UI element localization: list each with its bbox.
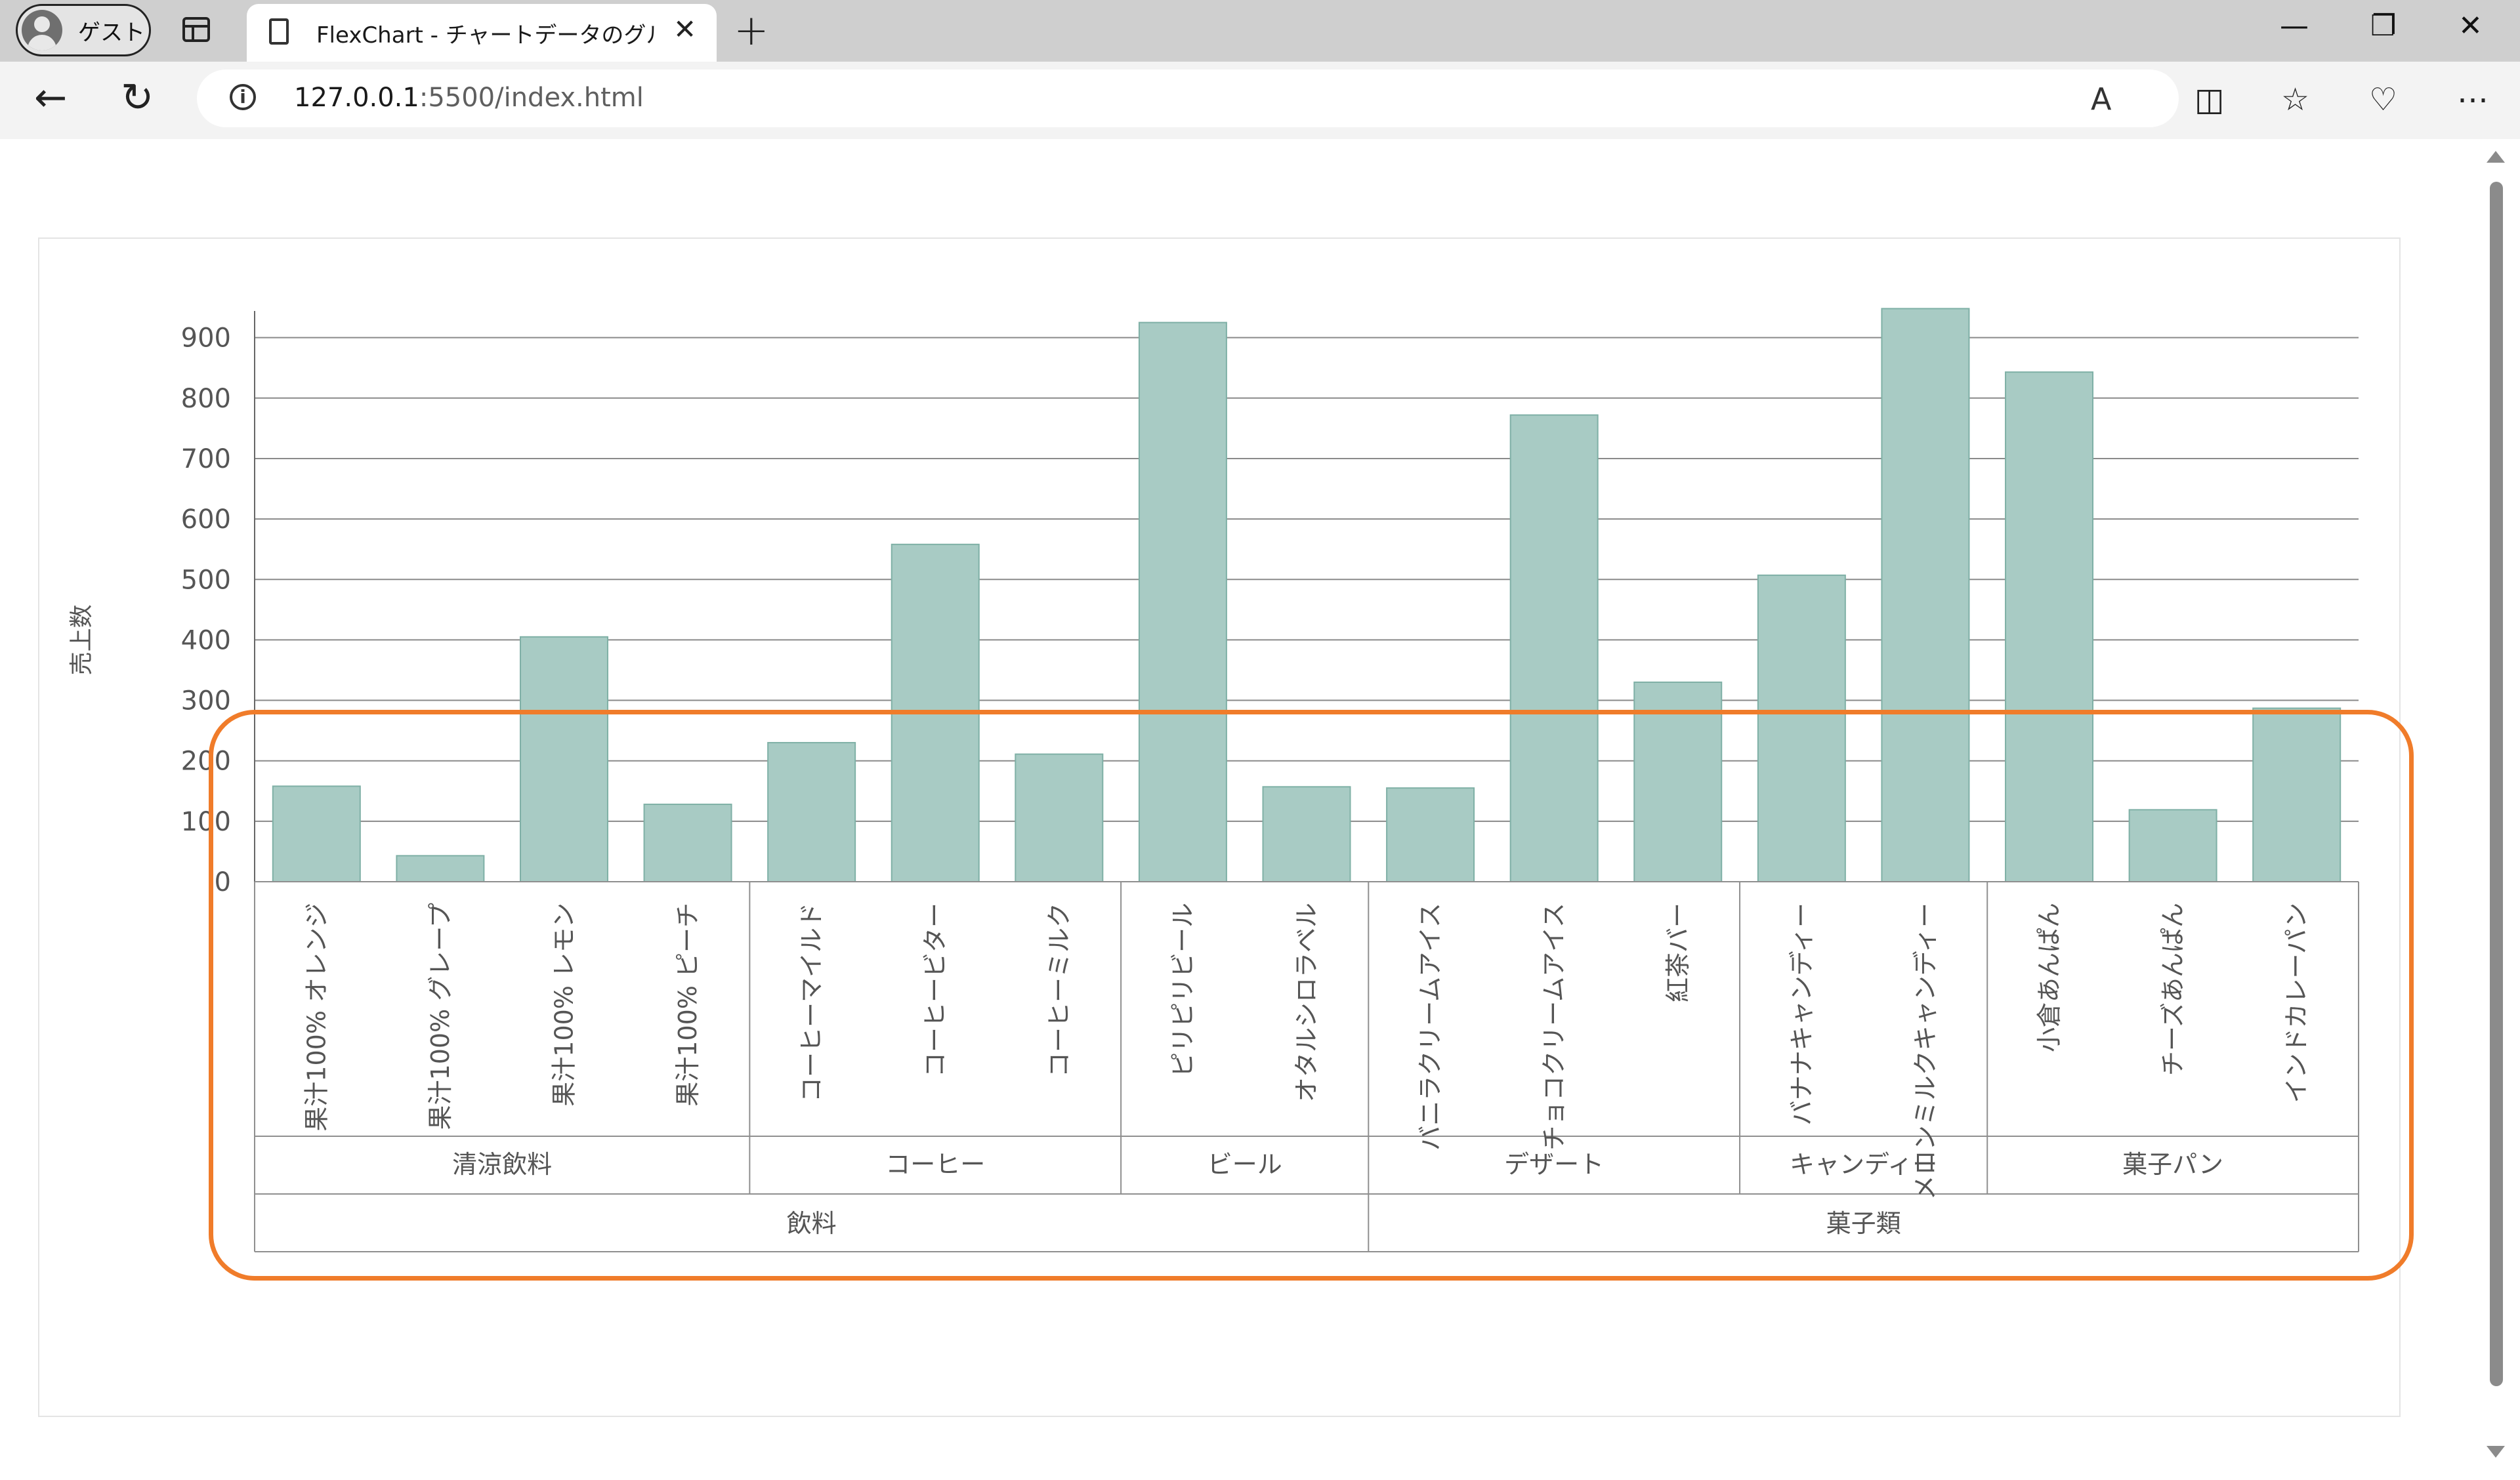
tab-title: FlexChart - チャートデータのグループ化 bbox=[316, 22, 658, 49]
window-close-button[interactable]: ✕ bbox=[2458, 9, 2483, 43]
profile-label: ゲスト bbox=[78, 19, 145, 46]
guest-avatar-icon bbox=[22, 10, 62, 51]
back-arrow-icon[interactable]: ← bbox=[34, 75, 67, 121]
split-screen-icon[interactable]: ◫ bbox=[2194, 81, 2224, 118]
browser-essentials-icon[interactable]: ♡ bbox=[2369, 81, 2397, 118]
group-axis-highlight bbox=[209, 710, 2414, 1281]
restore-button[interactable]: ❐ bbox=[2370, 9, 2396, 43]
new-tab-button[interactable]: + bbox=[734, 7, 769, 55]
profile-button[interactable]: ゲスト bbox=[16, 4, 151, 56]
read-aloud-icon[interactable]: A bbox=[2091, 81, 2111, 117]
y-tick-label: 300 bbox=[181, 686, 231, 716]
y-tick-label: 900 bbox=[181, 323, 231, 354]
y-tick-label: 400 bbox=[181, 625, 231, 655]
scroll-down-arrow-icon[interactable] bbox=[2487, 1446, 2505, 1458]
tab-close-icon[interactable]: ✕ bbox=[673, 13, 696, 45]
y-tick-label: 800 bbox=[181, 384, 231, 414]
y-tick-label: 500 bbox=[181, 565, 231, 595]
browser-title-bar: ゲスト FlexChart - チャートデータのグループ化 ✕ + — ❐ ✕ bbox=[0, 0, 2520, 62]
minimize-button[interactable]: — bbox=[2280, 9, 2309, 43]
tab-active[interactable]: FlexChart - チャートデータのグループ化 ✕ bbox=[247, 4, 717, 62]
settings-more-icon[interactable]: ⋯ bbox=[2457, 81, 2488, 118]
page-document-icon bbox=[269, 18, 289, 45]
address-toolbar: ← ↻ i 127.0.0.1:5500/index.html A ◫ ☆ ♡ … bbox=[0, 62, 2520, 139]
url-text[interactable]: 127.0.0.1:5500/index.html bbox=[294, 83, 644, 113]
y-tick-label: 600 bbox=[181, 504, 231, 535]
address-bar[interactable]: i 127.0.0.1:5500/index.html A bbox=[197, 70, 2179, 127]
refresh-icon[interactable]: ↻ bbox=[121, 75, 154, 121]
scroll-up-arrow-icon[interactable] bbox=[2487, 151, 2505, 163]
favorites-icon[interactable]: ☆ bbox=[2281, 81, 2309, 118]
site-info-icon[interactable]: i bbox=[230, 84, 256, 110]
scrollbar-thumb[interactable] bbox=[2490, 182, 2503, 1386]
y-tick-label: 700 bbox=[181, 444, 231, 474]
y-axis-title: 売上数 bbox=[68, 604, 95, 675]
tab-actions-icon[interactable] bbox=[182, 17, 210, 42]
